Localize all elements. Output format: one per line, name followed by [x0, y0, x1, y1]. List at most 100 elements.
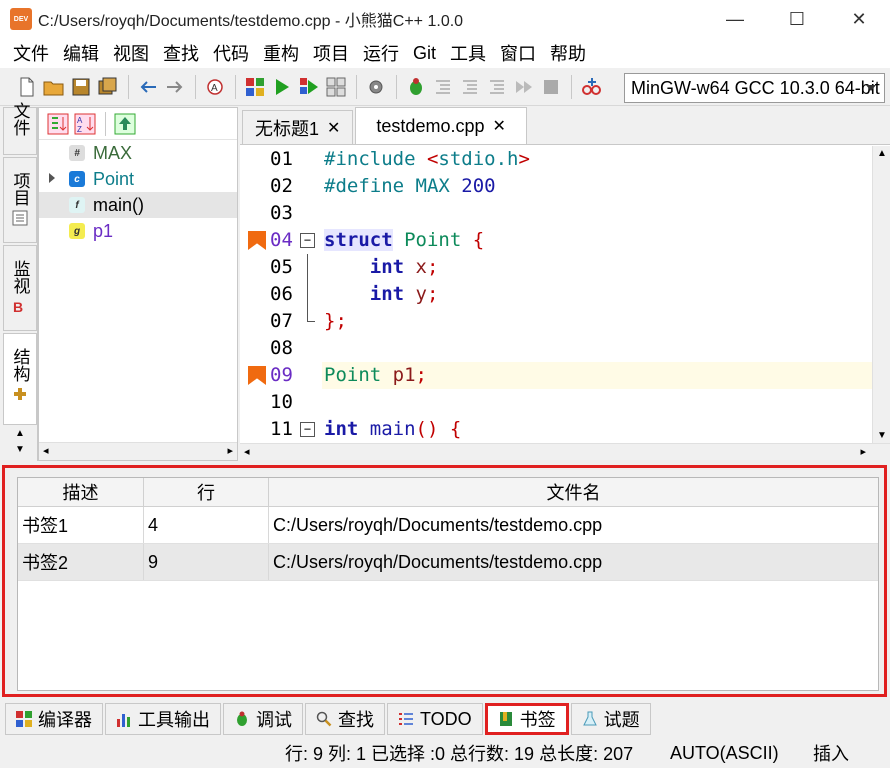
save-icon[interactable] — [68, 74, 94, 100]
menu-edit[interactable]: 编辑 — [56, 40, 106, 66]
menu-code[interactable]: 代码 — [206, 40, 256, 66]
code-line: 10 — [240, 389, 872, 416]
svg-text:A: A — [77, 116, 83, 125]
add-watch-icon[interactable] — [578, 74, 604, 100]
menu-run[interactable]: 运行 — [356, 40, 406, 66]
compile-icon[interactable] — [242, 74, 268, 100]
fold-toggle-icon[interactable]: − — [300, 422, 315, 437]
code-line: 01 #include <stdio.h> — [240, 146, 872, 173]
debug-bug-icon[interactable] — [403, 74, 429, 100]
save-all-icon[interactable] — [95, 74, 121, 100]
tab-label: 无标题1 — [255, 118, 320, 139]
menu-project[interactable]: 项目 — [306, 40, 356, 66]
structure-item-label: Point — [93, 168, 135, 189]
column-header-line[interactable]: 行 — [144, 478, 269, 506]
editor-horizontal-scrollbar[interactable]: ◂ ▸ — [240, 443, 890, 461]
tab-files[interactable]: 文件 — [3, 102, 37, 155]
structure-item-p1[interactable]: g p1 — [39, 218, 237, 244]
tab-tool-output[interactable]: 工具输出 — [105, 703, 221, 735]
tab-untitled[interactable]: 无标题1 ✕ — [242, 110, 354, 144]
sort-by-type-icon[interactable] — [45, 111, 71, 137]
bar-chart-icon — [117, 714, 130, 727]
menu-help[interactable]: 帮助 — [543, 40, 593, 66]
tab-todo[interactable]: TODO — [387, 703, 483, 735]
tab-problems[interactable]: 试题 — [570, 703, 651, 735]
line-number: 11 — [270, 418, 293, 440]
tabs-scroll-down-icon[interactable]: ▼ — [3, 441, 37, 457]
tabs-scroll-up-icon[interactable]: ▲ — [3, 425, 37, 441]
fold-toggle-icon[interactable]: − — [300, 233, 315, 248]
compiler-select[interactable]: MinGW-w64 GCC 10.3.0 64-bit — [624, 73, 885, 103]
close-tab-icon[interactable]: ✕ — [327, 118, 340, 138]
tab-testdemo[interactable]: testdemo.cpp ✕ — [355, 107, 527, 144]
code-line: 06 int y; — [240, 281, 872, 308]
expand-arrow-icon[interactable] — [49, 173, 55, 183]
compile-run-icon[interactable] — [296, 74, 322, 100]
line-number: 02 — [270, 175, 293, 197]
macro-icon: # — [69, 145, 85, 161]
code-line: 03 — [240, 200, 872, 227]
encoding-status[interactable]: AUTO(ASCII) — [670, 743, 779, 764]
tab-search[interactable]: 查找 — [305, 703, 385, 735]
tab-label: testdemo.cpp — [376, 115, 485, 136]
maximize-button[interactable]: ☐ — [766, 0, 828, 38]
line-number: 04 — [270, 229, 293, 251]
bookmark-icon[interactable] — [248, 231, 266, 250]
column-header-filename[interactable]: 文件名 — [269, 478, 878, 506]
redo-arrow-icon[interactable] — [162, 74, 188, 100]
menu-view[interactable]: 视图 — [106, 40, 156, 66]
menu-refactor[interactable]: 重构 — [256, 40, 306, 66]
menu-git[interactable]: Git — [406, 43, 443, 64]
minimize-button[interactable]: — — [704, 0, 766, 38]
menu-search[interactable]: 查找 — [156, 40, 206, 66]
rebuild-icon[interactable] — [323, 74, 349, 100]
table-row[interactable]: 书签1 4 C:/Users/royqh/Documents/testdemo.… — [18, 507, 878, 544]
tab-bookmarks[interactable]: 书签 — [484, 703, 569, 735]
close-tab-icon[interactable]: ✕ — [492, 116, 505, 136]
title-bar: DEV C:/Users/royqh/Documents/testdemo.cp… — [0, 0, 890, 38]
tab-label: 调试 — [256, 710, 292, 730]
tab-watch[interactable]: 监视 B — [3, 245, 37, 331]
table-row[interactable]: 书签2 9 C:/Users/royqh/Documents/testdemo.… — [18, 544, 878, 581]
structure-item-point[interactable]: c Point — [39, 166, 237, 192]
scroll-down-icon[interactable]: ▼ — [877, 430, 887, 441]
tab-label: 查找 — [338, 710, 374, 730]
menu-file[interactable]: 文件 — [6, 40, 56, 66]
format-code-icon[interactable]: A — [202, 74, 228, 100]
column-header-description[interactable]: 描述 — [18, 478, 144, 506]
menu-tools[interactable]: 工具 — [443, 40, 493, 66]
code-text: #include <stdio.h> — [324, 148, 530, 170]
compiler-select-value: MinGW-w64 GCC 10.3.0 64-bit — [631, 77, 880, 98]
editor-vertical-scrollbar[interactable]: ▲ ▼ — [872, 146, 890, 443]
code-text: }; — [324, 310, 347, 332]
code-text: Point p1; — [324, 364, 427, 386]
step-into-icon — [457, 74, 483, 100]
run-icon[interactable] — [269, 74, 295, 100]
close-window-button[interactable]: ✕ — [828, 0, 890, 38]
open-folder-icon[interactable] — [41, 74, 67, 100]
options-gear-icon[interactable] — [363, 74, 389, 100]
show-inherited-icon[interactable] — [112, 111, 138, 137]
tab-compiler[interactable]: 编译器 — [5, 703, 103, 735]
new-file-icon[interactable] — [14, 74, 40, 100]
scroll-up-icon[interactable]: ▲ — [877, 148, 887, 159]
undo-arrow-icon[interactable] — [135, 74, 161, 100]
code-text-area[interactable]: 01 #include <stdio.h> 02 #define MAX 200… — [240, 146, 872, 443]
scroll-left-icon[interactable]: ◂ — [43, 444, 49, 457]
step-over-icon — [430, 74, 456, 100]
tab-structure[interactable]: 结构 — [3, 333, 37, 425]
structure-item-main[interactable]: f main() — [39, 192, 237, 218]
line-number: 08 — [270, 337, 293, 359]
tab-project[interactable]: 项目 — [3, 157, 37, 243]
structure-horizontal-scrollbar[interactable]: ◂ ▸ — [39, 442, 237, 460]
sort-alphabetically-icon[interactable]: AZ — [72, 111, 98, 137]
scroll-right-icon[interactable]: ▸ — [227, 444, 233, 457]
window-title: C:/Users/royqh/Documents/testdemo.cpp - … — [38, 13, 464, 30]
tab-debug[interactable]: 调试 — [223, 703, 303, 735]
scroll-left-icon[interactable]: ◂ — [244, 445, 250, 458]
menu-window[interactable]: 窗口 — [493, 40, 543, 66]
scroll-right-icon[interactable]: ▸ — [860, 445, 866, 458]
structure-item-max[interactable]: # MAX — [39, 140, 237, 166]
cell-line: 4 — [144, 507, 269, 543]
cell-description: 书签1 — [18, 507, 144, 543]
